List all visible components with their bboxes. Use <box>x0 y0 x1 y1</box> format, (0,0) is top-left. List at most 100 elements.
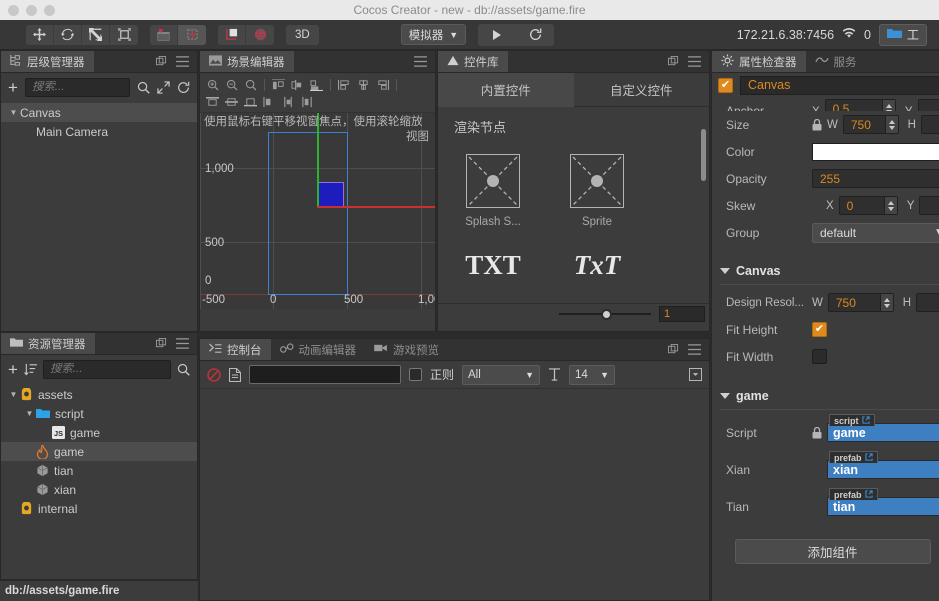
create-asset-button[interactable]: + <box>8 361 18 378</box>
widget-item-label[interactable]: TXT <box>454 250 532 281</box>
local-coordinate-button[interactable] <box>218 24 246 45</box>
simulator-select[interactable]: 模拟器 ▼ <box>400 24 467 45</box>
align-top-icon[interactable] <box>204 94 221 110</box>
hierarchy-search-box[interactable] <box>24 77 130 97</box>
gizmo-x-axis[interactable] <box>317 206 435 208</box>
anchor-x-stepper[interactable] <box>881 100 895 111</box>
size-w-field[interactable]: 750 <box>842 115 899 134</box>
popout-icon[interactable] <box>668 344 679 355</box>
anchor-x-field[interactable]: 0.5 <box>824 99 896 111</box>
slider-knob[interactable] <box>601 308 612 320</box>
move-tool-button[interactable] <box>26 24 54 45</box>
console-filter-input[interactable] <box>249 365 401 384</box>
toggle-3d-button[interactable]: 3D <box>286 24 319 45</box>
skew-y-field[interactable] <box>919 196 939 215</box>
widget-item-richtext[interactable]: TxT <box>558 250 636 281</box>
tab-builtin-widgets[interactable]: 内置控件 <box>438 73 574 107</box>
skew-x-field[interactable]: 0 <box>838 196 898 215</box>
widget-zoom-slider[interactable] <box>559 308 651 320</box>
assets-search-input[interactable] <box>49 363 164 375</box>
refresh-icon[interactable] <box>177 81 190 94</box>
clear-icon[interactable] <box>207 367 221 382</box>
popout-icon[interactable] <box>156 338 167 349</box>
panel-menu-icon[interactable] <box>176 338 189 349</box>
refresh-preview-button[interactable] <box>516 24 554 46</box>
assets-search-box[interactable] <box>42 359 171 379</box>
global-coordinate-button[interactable] <box>246 24 274 45</box>
project-button[interactable]: 工 <box>878 23 927 46</box>
external-link-icon[interactable] <box>864 489 873 500</box>
tian-asset-ref[interactable]: prefab tian <box>827 488 939 516</box>
tree-item-canvas[interactable]: ▼ Canvas <box>1 103 197 122</box>
tab-custom-widgets[interactable]: 自定义控件 <box>573 73 709 107</box>
lock-icon[interactable] <box>812 426 822 439</box>
add-component-button[interactable]: 添加组件 <box>734 539 931 564</box>
design-w-field[interactable]: 750 <box>827 293 894 312</box>
anchor-tool-button[interactable] <box>178 24 206 45</box>
hierarchy-search-input[interactable] <box>31 81 123 93</box>
minimize-button[interactable] <box>26 4 37 16</box>
scale-tool-button[interactable] <box>82 24 110 45</box>
tab-scene[interactable]: 场景编辑器 <box>200 51 294 72</box>
widget-scrollbar[interactable] <box>701 129 706 181</box>
panel-menu-icon[interactable] <box>176 56 189 67</box>
close-button[interactable] <box>8 4 19 16</box>
fit-width-checkbox[interactable] <box>812 349 827 364</box>
node-name-field[interactable]: Canvas <box>740 75 939 95</box>
external-link-icon[interactable] <box>864 452 873 463</box>
align-vcenter-icon[interactable] <box>223 94 240 110</box>
search-icon[interactable] <box>137 81 150 94</box>
widget-zoom-value[interactable]: 1 <box>659 306 705 322</box>
external-link-icon[interactable] <box>861 415 870 426</box>
widget-item-sprite[interactable]: Sprite <box>558 154 636 228</box>
tab-animation-editor[interactable]: 动画编辑器 <box>270 339 365 360</box>
tree-item-assets[interactable]: ▼ assets <box>1 385 197 404</box>
console-output[interactable] <box>200 389 709 594</box>
text-size-icon[interactable] <box>548 368 561 381</box>
tab-inspector[interactable]: 属性检查器 <box>712 51 806 72</box>
fit-height-checkbox[interactable]: ✔ <box>812 322 827 337</box>
expand-icon[interactable] <box>157 80 170 94</box>
rect-transform-tool-button[interactable] <box>110 24 138 45</box>
align-left-icon[interactable] <box>270 77 287 93</box>
collapse-icon[interactable] <box>689 368 702 381</box>
play-button[interactable] <box>478 24 516 46</box>
skew-x-stepper[interactable] <box>883 197 897 214</box>
tree-item-game[interactable]: ▼game <box>1 442 197 461</box>
color-swatch[interactable] <box>812 142 939 161</box>
zoom-in-icon[interactable] <box>204 77 221 93</box>
panel-menu-icon[interactable] <box>414 56 427 67</box>
search-icon[interactable] <box>177 363 190 376</box>
add-node-button[interactable]: + <box>8 79 18 96</box>
tab-console[interactable]: 控制台 <box>200 339 271 360</box>
maximize-button[interactable] <box>44 4 55 16</box>
selected-node-box[interactable] <box>318 183 343 207</box>
rotate-tool-button[interactable] <box>54 24 82 45</box>
font-size-select[interactable]: 14 ▼ <box>569 364 616 385</box>
tree-item-script[interactable]: ▼ script <box>1 404 197 423</box>
tree-item-game[interactable]: ▼JSgame <box>1 423 197 442</box>
component-header-canvas[interactable]: Canvas <box>712 258 939 284</box>
tab-game-preview[interactable]: 游戏预览 <box>365 339 448 360</box>
lock-icon[interactable] <box>812 118 822 131</box>
design-h-field[interactable] <box>916 293 939 312</box>
chevron-down-icon[interactable]: ▼ <box>7 108 20 117</box>
panel-menu-icon[interactable] <box>688 344 701 355</box>
size-h-field[interactable] <box>920 115 939 134</box>
node-enabled-checkbox[interactable]: ✔ <box>718 77 733 93</box>
widget-item-splash-sprite[interactable]: Splash S... <box>454 154 532 228</box>
align-hcenter-icon[interactable] <box>289 77 306 93</box>
window-controls[interactable] <box>0 4 55 16</box>
scene-viewport[interactable]: 使用鼠标右键平移视窗焦点，使用滚轮缩放 视图 1,000 500 0 -500 … <box>200 113 435 309</box>
dist-right-icon[interactable] <box>374 77 391 93</box>
chevron-down-icon[interactable]: ▼ <box>23 409 36 418</box>
script-asset-ref[interactable]: script game <box>827 414 939 442</box>
popout-icon[interactable] <box>668 56 679 67</box>
log-level-select[interactable]: All ▼ <box>462 364 541 385</box>
zoom-out-icon[interactable] <box>223 77 240 93</box>
popout-icon[interactable] <box>156 56 167 67</box>
tab-assets[interactable]: 资源管理器 <box>1 333 95 354</box>
dist-center-icon[interactable] <box>355 77 372 93</box>
dist-left-icon[interactable] <box>336 77 353 93</box>
opacity-field[interactable]: 255 <box>812 169 939 188</box>
